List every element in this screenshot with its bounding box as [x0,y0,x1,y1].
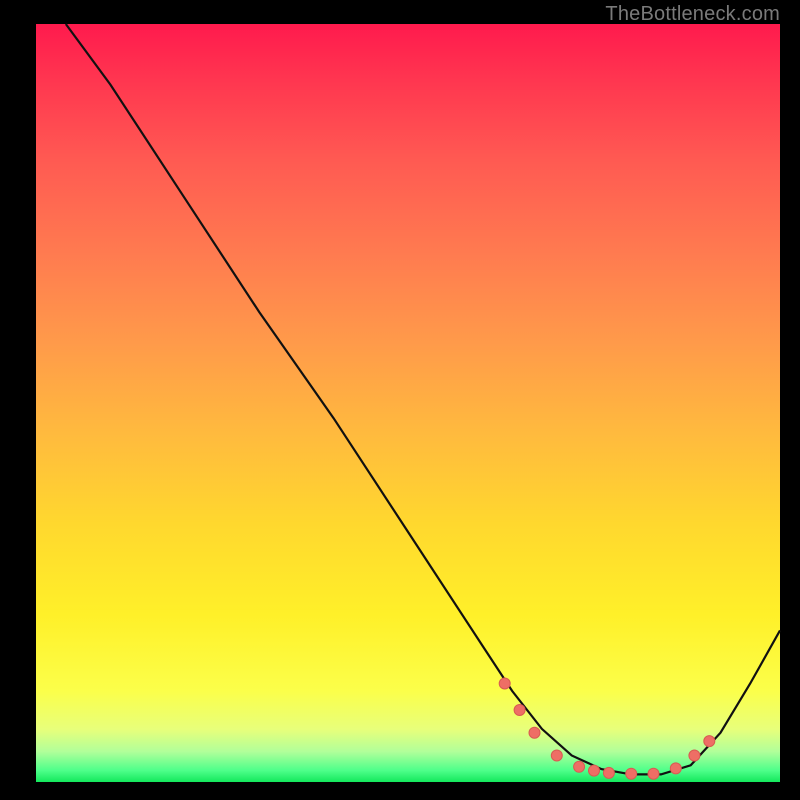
marker-dot [603,767,614,778]
bottleneck-curve [66,24,780,774]
marker-dot [648,768,659,779]
marker-dot [514,705,525,716]
watermark-text: TheBottleneck.com [605,3,780,26]
marker-dot [689,750,700,761]
chart-svg [36,24,780,782]
marker-dot [574,761,585,772]
chart-plot-area [36,24,780,782]
marker-dot [499,678,510,689]
marker-dot [704,736,715,747]
marker-dot [529,727,540,738]
marker-dot [589,765,600,776]
marker-dot [670,763,681,774]
marker-dot [626,768,637,779]
optimal-range-dots [499,678,715,779]
marker-dot [551,750,562,761]
chart-frame: TheBottleneck.com [0,0,800,800]
